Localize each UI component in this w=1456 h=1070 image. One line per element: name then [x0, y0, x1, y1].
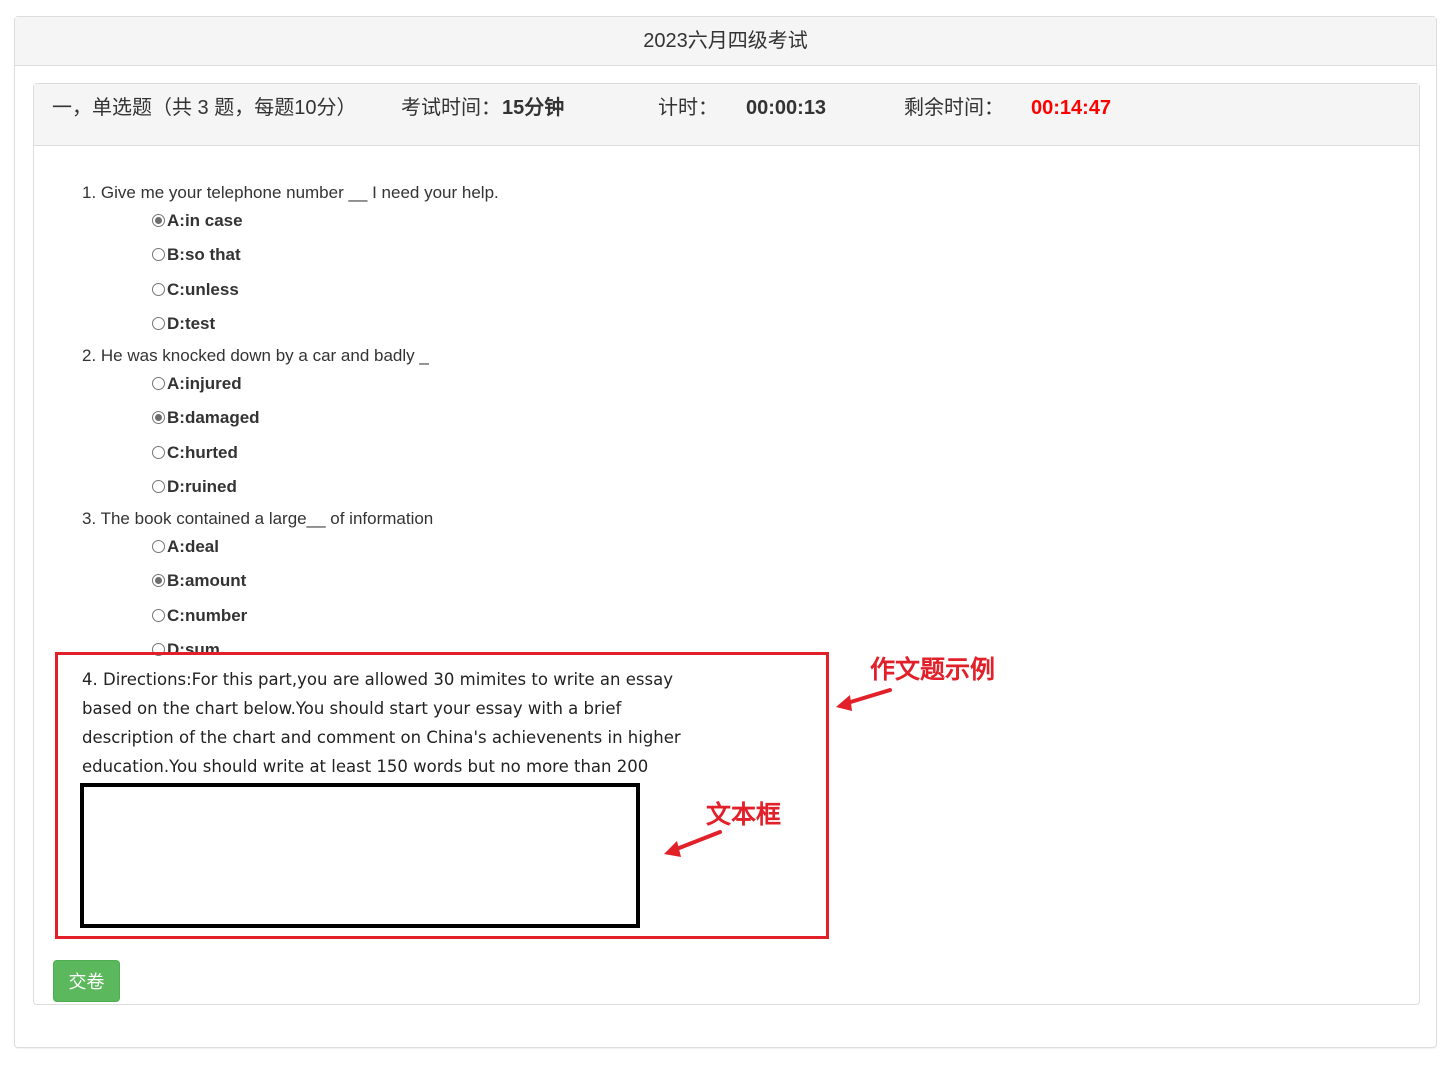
option-label: C:number: [167, 606, 248, 625]
radio-button[interactable]: [152, 214, 165, 227]
q1-option-a[interactable]: A:in case: [152, 210, 243, 232]
elapsed-time-label: 计时：: [658, 97, 718, 119]
radio-button[interactable]: [152, 317, 165, 330]
radio-button[interactable]: [152, 248, 165, 261]
option-label: C:unless: [167, 280, 239, 299]
radio-button[interactable]: [152, 609, 165, 622]
option-label: A:in case: [167, 211, 243, 230]
q3-option-a[interactable]: A:deal: [152, 536, 219, 558]
option-label: B:damaged: [167, 408, 260, 427]
page-title: 2023六月四级考试: [15, 17, 1436, 66]
exam-time-label: 考试时间：: [401, 97, 501, 119]
option-label: B:so that: [167, 245, 241, 264]
q3-option-c[interactable]: C:number: [152, 605, 247, 627]
radio-button[interactable]: [152, 480, 165, 493]
radio-button[interactable]: [152, 411, 165, 424]
q2-option-a[interactable]: A:injured: [152, 373, 242, 395]
exam-time-value: 15分钟: [502, 97, 565, 119]
radio-button[interactable]: [152, 574, 165, 587]
q2-option-c[interactable]: C:hurted: [152, 442, 238, 464]
radio-button[interactable]: [152, 540, 165, 553]
q1-option-b[interactable]: B:so that: [152, 244, 241, 266]
option-label: A:deal: [167, 537, 219, 556]
radio-button[interactable]: [152, 283, 165, 296]
q2-option-d[interactable]: D:ruined: [152, 476, 237, 498]
annotation-arrow-icon: [664, 830, 722, 857]
question-3-text: 3. The book contained a large__ of infor…: [82, 509, 434, 528]
essay-answer-textarea[interactable]: [80, 783, 640, 928]
option-label: A:injured: [167, 374, 242, 393]
option-label: C:hurted: [167, 443, 238, 462]
option-label: B:amount: [167, 571, 247, 590]
exam-panel: 2023六月四级考试 一，单选题（共 3 题，每题10分） 考试时间： 15分钟…: [14, 16, 1437, 1048]
remaining-time-value: 00:14:47: [1031, 97, 1112, 119]
option-label: D:ruined: [167, 477, 237, 496]
essay-question-text: 4. Directions:For this part,you are allo…: [82, 670, 681, 776]
option-label: D:test: [167, 314, 216, 333]
radio-button[interactable]: [152, 446, 165, 459]
submit-exam-button[interactable]: 交卷: [53, 960, 120, 1002]
section-header: 一，单选题（共 3 题，每题10分） 考试时间： 15分钟 计时： 00:00:…: [34, 84, 1419, 146]
q2-option-b[interactable]: B:damaged: [152, 407, 260, 429]
section-title: 一，单选题（共 3 题，每题10分）: [52, 97, 357, 119]
remaining-time-label: 剩余时间：: [904, 97, 1004, 119]
question-section-panel: 一，单选题（共 3 题，每题10分） 考试时间： 15分钟 计时： 00:00:…: [33, 83, 1420, 1005]
essay-example-annotation: 作文题示例: [870, 655, 996, 684]
q3-option-b[interactable]: B:amount: [152, 570, 246, 592]
elapsed-time-value: 00:00:13: [746, 97, 827, 119]
question-2-text: 2. He was knocked down by a car and badl…: [82, 346, 429, 365]
question-1-text: 1. Give me your telephone number __ I ne…: [82, 183, 499, 202]
radio-button[interactable]: [152, 377, 165, 390]
q1-option-d[interactable]: D:test: [152, 313, 215, 335]
annotation-arrow-icon: [836, 688, 892, 711]
q1-option-c[interactable]: C:unless: [152, 279, 239, 301]
